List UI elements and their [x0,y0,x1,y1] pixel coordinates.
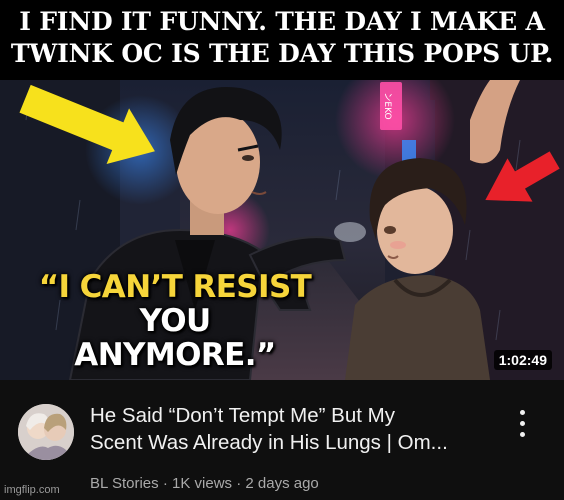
channel-avatar[interactable] [18,404,74,460]
separator: · [232,475,246,492]
caption-line-1: I FIND IT FUNNY. THE DAY I MAKE A [19,7,545,36]
avatar-illustration [18,404,74,460]
caption-line-2: TWINK OC IS THE DAY THIS POPS UP. [10,39,554,68]
meme-caption: I FIND IT FUNNY. THE DAY I MAKE A TWINK … [0,0,564,80]
video-title-line-2: Scent Was Already in His Lungs | Om... [90,431,448,454]
quote-highlight: “I CAN’T RESIST [38,269,312,305]
more-options-icon[interactable] [512,406,532,442]
quote-rest: YOU [139,303,211,339]
view-count: 1K views [172,475,233,492]
imgflip-watermark: imgflip.com [4,484,60,496]
channel-name[interactable]: BL Stories [90,475,159,492]
video-title-line-1: He Said “Don’t Tempt Me” But My [90,404,395,427]
video-metadata: He Said “Don’t Tempt Me” But My Scent Wa… [0,380,564,500]
thumbnail-quote: “I CAN’T RESIST YOU ANYMORE.” [10,270,340,372]
separator: · [158,475,172,492]
neon-sign-text: ンEKO [382,92,392,119]
upload-age: 2 days ago [245,475,319,492]
quote-line-2: ANYMORE.” [74,337,276,373]
video-title[interactable]: He Said “Don’t Tempt Me” But My Scent Wa… [90,402,500,456]
video-subtitle: BL Stories · 1K views · 2 days ago [90,475,319,492]
video-duration-badge: 1:02:49 [493,350,552,370]
